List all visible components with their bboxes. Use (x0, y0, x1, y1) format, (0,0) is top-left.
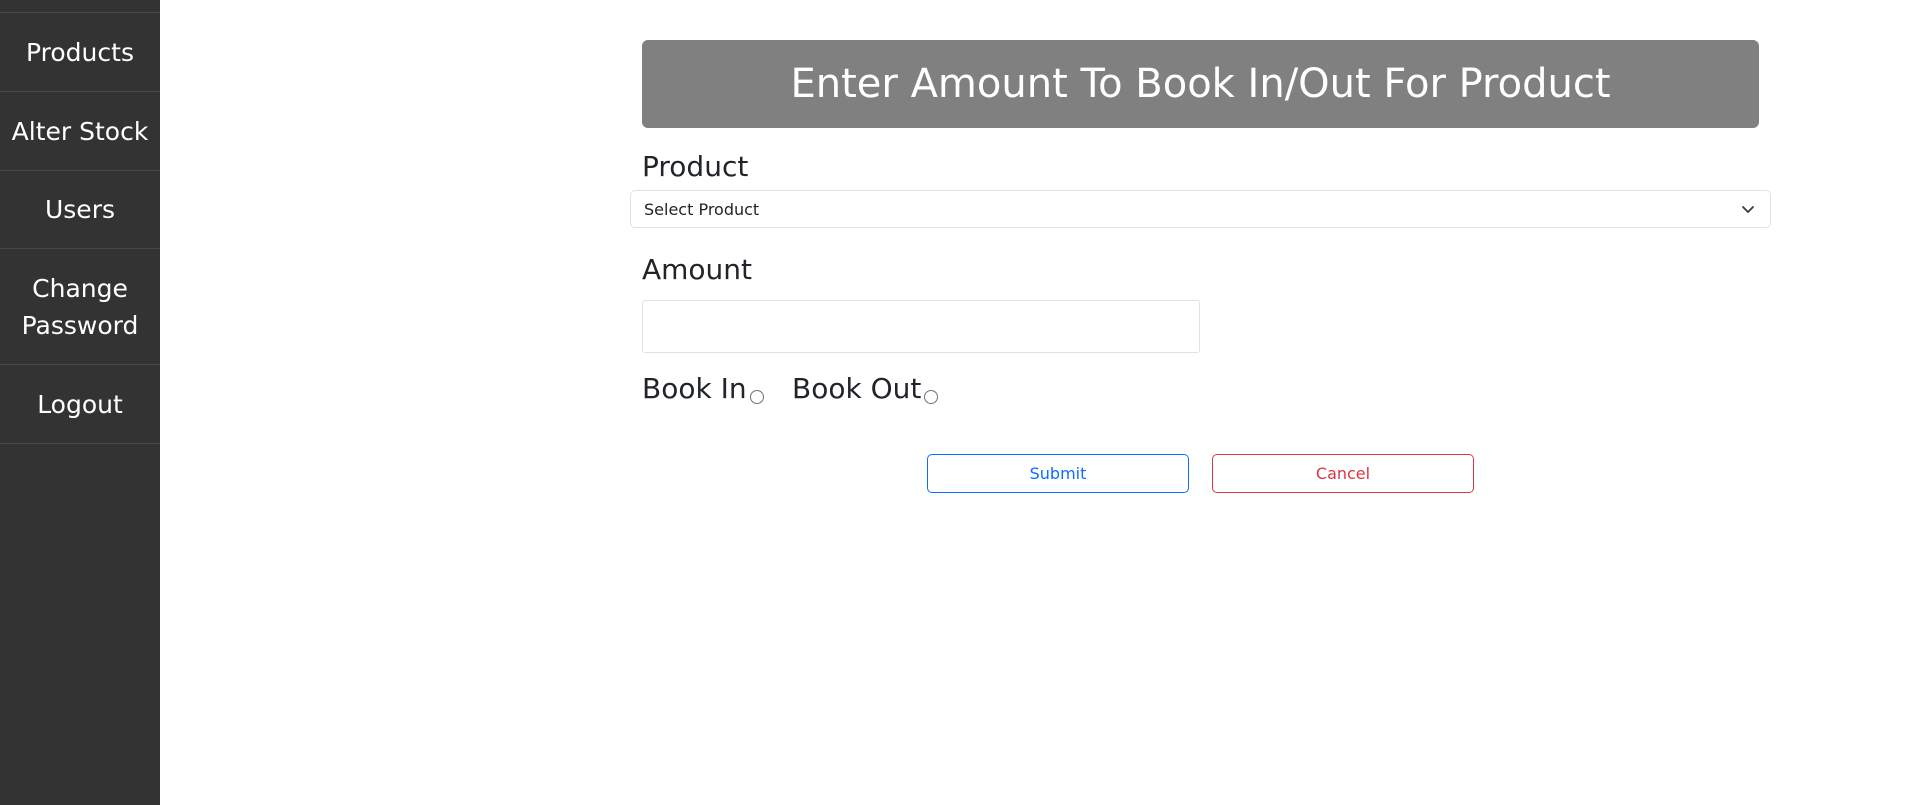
amount-label: Amount (642, 253, 753, 286)
book-in-label: Book In (642, 372, 747, 405)
product-select[interactable]: Select Product (630, 190, 1771, 228)
product-select-value: Select Product (644, 199, 760, 219)
sidebar: Products Alter Stock Users Change Passwo… (0, 0, 160, 805)
main-content: Enter Amount To Book In/Out For Product … (160, 0, 1920, 805)
cancel-button[interactable]: Cancel (1212, 454, 1474, 493)
page-title: Enter Amount To Book In/Out For Product (642, 40, 1759, 128)
chevron-down-icon (1742, 206, 1754, 213)
amount-input[interactable] (642, 300, 1200, 353)
book-out-label: Book Out (792, 372, 922, 405)
sidebar-item-alter-stock[interactable]: Alter Stock (0, 92, 160, 171)
book-out-radio[interactable] (924, 390, 938, 404)
product-label: Product (642, 150, 749, 183)
submit-button[interactable]: Submit (927, 454, 1189, 493)
sidebar-item-change-password[interactable]: Change Password (0, 249, 160, 365)
book-in-radio[interactable] (750, 390, 764, 404)
sidebar-item-users[interactable]: Users (0, 171, 160, 249)
sidebar-item-products[interactable]: Products (0, 13, 160, 92)
sidebar-item-logout[interactable]: Logout (0, 365, 160, 444)
